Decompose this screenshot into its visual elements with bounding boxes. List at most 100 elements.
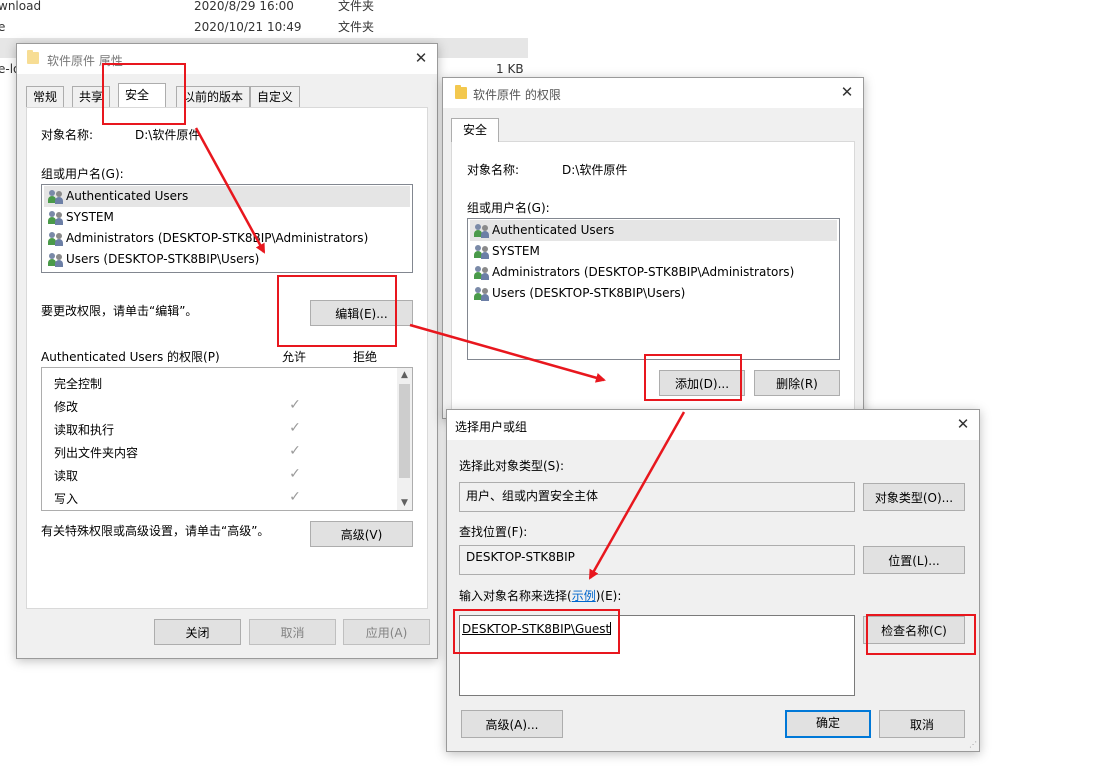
users-icon [48, 190, 64, 204]
object-names-input[interactable]: DESKTOP-STK8BIP\Guest [459, 615, 855, 696]
select-title: 选择用户或组 [455, 420, 528, 434]
user-name: Administrators (DESKTOP-STK8BIP\Administ… [492, 265, 795, 279]
allow-header: 允许 [282, 350, 307, 364]
entered-name: DESKTOP-STK8BIP\Guest [462, 622, 611, 636]
object-type-label: 选择此对象类型(S): [459, 459, 565, 473]
location-button[interactable]: 位置(L)... [863, 546, 965, 574]
permission-write: 写入 [54, 492, 79, 506]
select-title-bar[interactable]: 选择用户或组 ✕ [447, 410, 979, 440]
check-icon: ✓ [289, 489, 301, 505]
edit-hint: 要更改权限，请单击“编辑”。 [41, 304, 198, 318]
folder-icon [455, 85, 467, 99]
permissions-scrollbar[interactable]: ▲ ▼ [397, 368, 412, 510]
user-name: Users (DESKTOP-STK8BIP\Users) [492, 286, 686, 300]
add-button[interactable]: 添加(D)... [659, 370, 745, 396]
advanced-hint: 有关特殊权限或高级设置，请单击“高级”。 [41, 524, 270, 538]
permissions-panel: 对象名称: D:\软件原件 组或用户名(G): Authenticated Us… [451, 141, 855, 413]
users-list[interactable]: Authenticated Users SYSTEM Administrator… [41, 184, 413, 273]
enter-names-label-suffix: )(E): [595, 589, 622, 603]
tab-previous-versions[interactable]: 以前的版本 [176, 86, 251, 107]
close-icon[interactable]: ✕ [839, 84, 855, 100]
permissions-header: Authenticated Users 的权限(P) [41, 350, 220, 364]
list-item[interactable]: Authenticated Users [44, 186, 410, 207]
scroll-up-icon[interactable]: ▲ [397, 368, 412, 382]
close-icon[interactable]: ✕ [413, 50, 429, 66]
group-label: 组或用户名(G): [467, 201, 550, 215]
close-icon[interactable]: ✕ [955, 416, 971, 432]
location-label: 查找位置(F): [459, 525, 528, 539]
remove-button[interactable]: 删除(R) [754, 370, 840, 396]
security-panel: 对象名称: D:\软件原件 组或用户名(G): Authenticated Us… [26, 107, 428, 609]
examples-link[interactable]: 示例 [572, 589, 596, 603]
enter-names-label: 输入对象名称来选择(示例)(E): [459, 587, 621, 604]
user-name: Administrators (DESKTOP-STK8BIP\Administ… [66, 231, 369, 245]
resize-grip-icon[interactable]: ⋰ [969, 741, 977, 749]
properties-title: 软件原件 属性 [47, 54, 123, 68]
scroll-down-icon[interactable]: ▼ [397, 496, 412, 510]
bg-file-name: e [0, 20, 6, 34]
user-name: Authenticated Users [492, 223, 615, 237]
users-icon [474, 224, 490, 238]
users-icon [48, 253, 64, 267]
list-item[interactable]: SYSTEM [470, 241, 837, 262]
location-field: DESKTOP-STK8BIP [459, 545, 855, 575]
close-button[interactable]: 关闭 [154, 619, 241, 645]
scroll-thumb[interactable] [399, 384, 410, 478]
object-name-label: 对象名称: [41, 128, 94, 142]
bg-file-row[interactable]: e 2020/10/21 10:49 文件夹 [0, 17, 530, 37]
permission-read: 读取 [54, 469, 79, 483]
edit-button[interactable]: 编辑(E)... [310, 300, 413, 326]
cancel-button[interactable]: 取消 [879, 710, 965, 738]
bg-file-name: wnload [0, 0, 42, 13]
permission-read-execute: 读取和执行 [54, 423, 115, 437]
permissions-dialog: 软件原件 的权限 ✕ 安全 对象名称: D:\软件原件 组或用户名(G): Au… [442, 77, 864, 419]
check-icon: ✓ [289, 443, 301, 459]
users-icon [474, 287, 490, 301]
apply-button[interactable]: 应用(A) [343, 619, 430, 645]
bg-file-type: 文件夹 [338, 20, 375, 34]
cancel-button[interactable]: 取消 [249, 619, 336, 645]
user-name: Users (DESKTOP-STK8BIP\Users) [66, 252, 260, 266]
ok-button[interactable]: 确定 [785, 710, 871, 738]
properties-dialog: 软件原件 属性 ✕ 常规 共享 安全 以前的版本 自定义 对象名称: D:\软件… [16, 43, 438, 659]
list-item[interactable]: Users (DESKTOP-STK8BIP\Users) [44, 249, 410, 270]
folder-icon [27, 50, 39, 64]
bg-file-date: 2020/8/29 16:00 [194, 0, 294, 13]
tab-sharing[interactable]: 共享 [72, 86, 111, 107]
users-icon [474, 266, 490, 280]
object-name-label: 对象名称: [467, 163, 520, 177]
permission-modify: 修改 [54, 400, 79, 414]
object-type-field: 用户、组或内置安全主体 [459, 482, 855, 512]
list-item[interactable]: Administrators (DESKTOP-STK8BIP\Administ… [44, 228, 410, 249]
check-icon: ✓ [289, 397, 301, 413]
check-icon: ✓ [289, 466, 301, 482]
select-users-dialog: 选择用户或组 ✕ 选择此对象类型(S): 用户、组或内置安全主体 对象类型(O)… [446, 409, 980, 752]
tab-security[interactable]: 安全 [451, 118, 499, 142]
users-icon [48, 211, 64, 225]
object-types-button[interactable]: 对象类型(O)... [863, 483, 965, 511]
advanced-button[interactable]: 高级(V) [310, 521, 413, 547]
bg-file-row[interactable]: wnload 2020/8/29 16:00 文件夹 [0, 0, 530, 16]
properties-title-bar[interactable]: 软件原件 属性 ✕ [17, 44, 437, 74]
object-name-value: D:\软件原件 [135, 128, 201, 142]
permission-full-control: 完全控制 [54, 377, 103, 391]
list-item[interactable]: SYSTEM [44, 207, 410, 228]
list-item[interactable]: Authenticated Users [470, 220, 837, 241]
tab-customize[interactable]: 自定义 [250, 86, 301, 107]
enter-names-label-prefix: 输入对象名称来选择( [459, 589, 572, 603]
advanced-button[interactable]: 高级(A)... [461, 710, 563, 738]
permissions-list[interactable]: 完全控制 修改 ✓ 读取和执行 ✓ 列出文件夹内容 ✓ 读取 ✓ 写入 ✓ ▲ … [41, 367, 413, 511]
user-name: Authenticated Users [66, 189, 189, 203]
list-item[interactable]: Users (DESKTOP-STK8BIP\Users) [470, 283, 837, 304]
tab-general[interactable]: 常规 [26, 86, 65, 107]
bg-file-type: 文件夹 [338, 0, 375, 13]
users-icon [48, 232, 64, 246]
list-item[interactable]: Administrators (DESKTOP-STK8BIP\Administ… [470, 262, 837, 283]
group-label: 组或用户名(G): [41, 167, 124, 181]
users-list[interactable]: Authenticated Users SYSTEM Administrator… [467, 218, 840, 360]
permissions-title-bar[interactable]: 软件原件 的权限 ✕ [443, 78, 863, 108]
users-icon [474, 245, 490, 259]
check-names-button[interactable]: 检查名称(C) [863, 616, 965, 644]
bg-file-size: 1 KB [496, 62, 524, 76]
tab-security[interactable]: 安全 [118, 83, 166, 107]
